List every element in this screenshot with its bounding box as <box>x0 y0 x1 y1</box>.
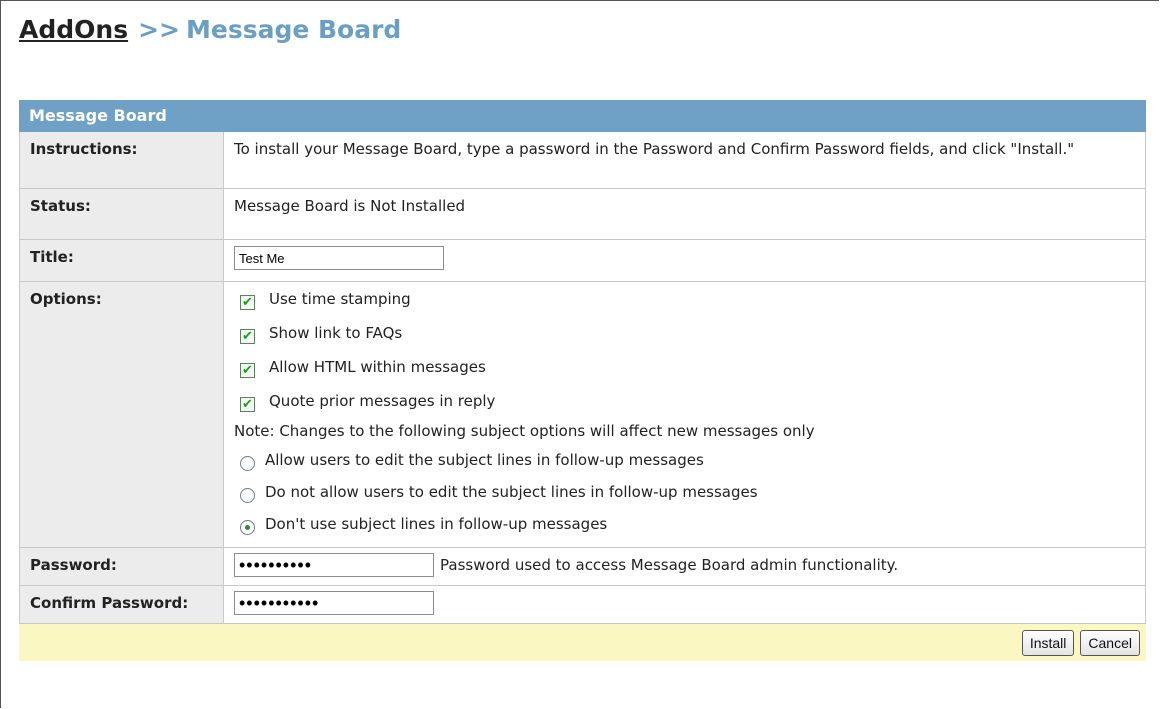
time-stamping-checkbox[interactable]: ✔ <box>240 294 255 310</box>
faq-link-checkbox[interactable]: ✔ <box>240 328 255 344</box>
options-value-cell: ✔ Use time stamping ✔ Show link to FAQs … <box>224 282 1145 547</box>
password-row: Password: Password used to access Messag… <box>19 548 1146 586</box>
password-value-cell: Password used to access Message Board ad… <box>224 548 1145 585</box>
instructions-text: To install your Message Board, type a pa… <box>234 140 1075 158</box>
breadcrumb-addons-link[interactable]: AddOns <box>19 15 128 44</box>
disallow-edit-subject-label: Do not allow users to edit the subject l… <box>265 483 758 501</box>
disallow-edit-subject-radio[interactable] <box>240 487 255 503</box>
title-row: Title: <box>19 240 1146 282</box>
instructions-row: Instructions: To install your Message Bo… <box>19 132 1146 189</box>
install-button[interactable]: Install <box>1021 629 1075 656</box>
panel-header: Message Board <box>19 100 1146 132</box>
radio-allow-edit-subject[interactable]: Allow users to edit the subject lines in… <box>240 444 1135 476</box>
password-input[interactable] <box>234 553 434 577</box>
status-row: Status: Message Board is Not Installed <box>19 189 1146 240</box>
page: AddOns >> Message Board Message Board Inst… <box>0 0 1159 708</box>
no-subject-lines-radio[interactable] <box>240 519 255 535</box>
option-faq-link[interactable]: ✔ Show link to FAQs <box>240 316 1135 350</box>
quote-prior-label: Quote prior messages in reply <box>269 392 496 410</box>
password-label: Password: <box>20 548 224 585</box>
allow-html-label: Allow HTML within messages <box>269 358 486 376</box>
password-help-text: Password used to access Message Board ad… <box>440 556 899 574</box>
status-text: Message Board is Not Installed <box>234 197 466 215</box>
status-label: Status: <box>20 189 224 239</box>
radio-disallow-edit-subject[interactable]: Do not allow users to edit the subject l… <box>240 476 1135 508</box>
confirm-password-value-cell <box>224 586 1145 623</box>
title-value-cell <box>224 240 1145 281</box>
option-allow-html[interactable]: ✔ Allow HTML within messages <box>240 350 1135 384</box>
title-input[interactable] <box>234 246 444 270</box>
no-subject-lines-label: Don't use subject lines in follow-up mes… <box>265 515 608 533</box>
allow-edit-subject-radio[interactable] <box>240 455 255 471</box>
message-board-panel: Message Board Instructions: To install y… <box>19 100 1146 661</box>
allow-html-checkbox[interactable]: ✔ <box>240 362 255 378</box>
option-quote-prior[interactable]: ✔ Quote prior messages in reply <box>240 384 1135 418</box>
cancel-button[interactable]: Cancel <box>1080 629 1140 656</box>
title-label: Title: <box>20 240 224 281</box>
allow-edit-subject-label: Allow users to edit the subject lines in… <box>265 451 704 469</box>
faq-link-label: Show link to FAQs <box>269 324 403 342</box>
confirm-password-label: Confirm Password: <box>20 586 224 623</box>
page-title: Message Board <box>185 15 402 44</box>
confirm-password-row: Confirm Password: <box>19 586 1146 624</box>
action-footer: Install Cancel <box>19 624 1146 661</box>
subject-options-note: Note: Changes to the following subject o… <box>234 422 815 440</box>
options-label: Options: <box>20 282 224 547</box>
time-stamping-label: Use time stamping <box>269 290 411 308</box>
breadcrumb-separator: >> <box>138 15 180 44</box>
instructions-label: Instructions: <box>20 132 224 188</box>
confirm-password-input[interactable] <box>234 591 434 615</box>
options-row: Options: ✔ Use time stamping ✔ Show link… <box>19 282 1146 548</box>
radio-no-subject-lines[interactable]: Don't use subject lines in follow-up mes… <box>240 508 1135 540</box>
option-time-stamping[interactable]: ✔ Use time stamping <box>240 282 1135 316</box>
quote-prior-checkbox[interactable]: ✔ <box>240 396 255 412</box>
breadcrumb: AddOns >> Message Board <box>19 15 401 44</box>
